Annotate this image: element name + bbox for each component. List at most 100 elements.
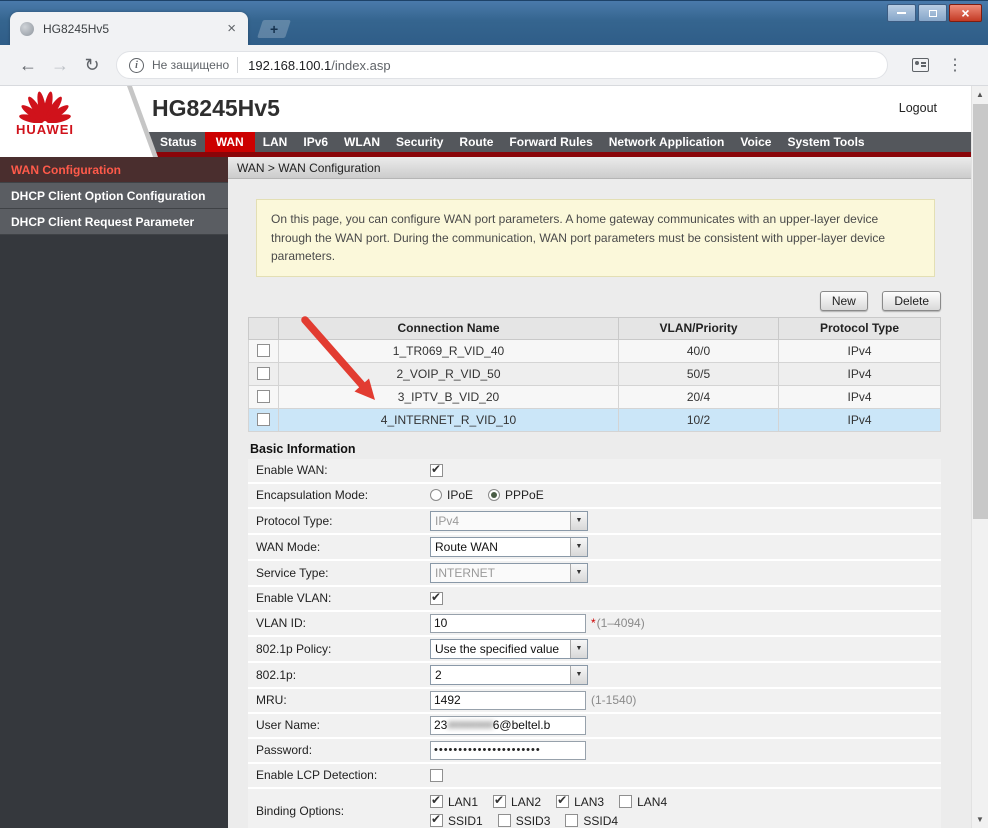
huawei-wordmark: HUAWEI: [10, 122, 80, 137]
field-label: Service Type:: [248, 566, 430, 580]
sidebar-item-dhcp-client-request[interactable]: DHCP Client Request Parameter: [0, 209, 228, 235]
table-row: 3_IPTV_B_VID_20 20/4 IPv4: [249, 385, 941, 408]
lcp-detection-checkbox[interactable]: [430, 769, 443, 782]
nav-item-security[interactable]: Security: [388, 132, 451, 152]
field-label: Binding Options:: [248, 804, 430, 818]
user-name-prefix: 23: [434, 718, 447, 732]
scroll-up-button[interactable]: ▲: [972, 86, 988, 103]
maximize-button[interactable]: [918, 4, 947, 22]
close-window-button[interactable]: ×: [949, 4, 982, 22]
protocol-type-row: Protocol Type: IPv4: [248, 509, 941, 535]
dropdown-arrow-icon: [570, 666, 587, 684]
breadcrumb: WAN > WAN Configuration: [228, 157, 971, 179]
row-checkbox[interactable]: [257, 413, 270, 426]
enable-wan-row: Enable WAN:: [248, 459, 941, 484]
user-name-row: User Name: 23########6@beltel.b: [248, 714, 941, 739]
encapsulation-mode-row: Encapsulation Mode: IPoE PPPoE: [248, 484, 941, 509]
minimize-button[interactable]: [887, 4, 916, 22]
nav-item-wlan[interactable]: WLAN: [336, 132, 388, 152]
nav-item-ipv6[interactable]: IPv6: [295, 132, 336, 152]
ssid1-checkbox[interactable]: [430, 814, 443, 827]
connection-name-cell: 4_INTERNET_R_VID_10: [279, 408, 619, 431]
ssid3-checkbox[interactable]: [498, 814, 511, 827]
connection-table: Connection Name VLAN/Priority Protocol T…: [248, 317, 941, 432]
field-label: 802.1p:: [248, 668, 430, 682]
nav-item-status[interactable]: Status: [152, 132, 205, 152]
profile-badge-icon[interactable]: [912, 58, 929, 72]
model-title: HG8245Hv5: [152, 95, 280, 122]
nav-item-lan[interactable]: LAN: [255, 132, 296, 152]
protocol-cell: IPv4: [779, 362, 941, 385]
user-name-input[interactable]: 23########6@beltel.b: [430, 716, 586, 735]
browser-tab[interactable]: HG8245Hv5 ×: [10, 12, 248, 45]
ipoe-radio[interactable]: [430, 489, 442, 501]
enable-wan-checkbox[interactable]: [430, 464, 443, 477]
row-checkbox[interactable]: [257, 390, 270, 403]
8021p-select[interactable]: 2: [430, 665, 588, 685]
password-input[interactable]: ••••••••••••••••••••••: [430, 741, 586, 760]
dropdown-arrow-icon: [570, 538, 587, 556]
protocol-type-select[interactable]: IPv4: [430, 511, 588, 531]
8021p-policy-row: 802.1p Policy: Use the specified value: [248, 637, 941, 663]
field-label: Password:: [248, 743, 430, 757]
page-scrollbar[interactable]: ▲ ▼: [971, 86, 988, 828]
tab-close-icon[interactable]: ×: [225, 21, 238, 36]
scrollbar-thumb[interactable]: [973, 104, 988, 519]
table-row-selected[interactable]: 4_INTERNET_R_VID_10 10/2 IPv4: [249, 408, 941, 431]
nav-item-forward-rules[interactable]: Forward Rules: [501, 132, 600, 152]
selected-value: Use the specified value: [435, 642, 559, 656]
close-icon: ×: [961, 7, 969, 20]
browser-titlebar: HG8245Hv5 × + ×: [0, 0, 988, 45]
forward-button[interactable]: →: [44, 55, 76, 76]
browser-menu-button[interactable]: ⋮: [945, 55, 965, 75]
nav-item-network-application[interactable]: Network Application: [601, 132, 733, 152]
address-bar[interactable]: i Не защищено 192.168.100.1/index.asp: [116, 51, 888, 79]
service-type-select[interactable]: INTERNET: [430, 563, 588, 583]
connection-name-cell: 1_TR069_R_VID_40: [279, 339, 619, 362]
ssid4-checkbox[interactable]: [565, 814, 578, 827]
logout-link[interactable]: Logout: [899, 101, 937, 115]
mru-input[interactable]: 1492: [430, 691, 586, 710]
nav-item-wan[interactable]: WAN: [205, 132, 255, 152]
basic-information-heading: Basic Information: [248, 439, 941, 459]
field-label: Protocol Type:: [248, 514, 430, 528]
window-controls: ×: [887, 4, 982, 22]
site-info-icon[interactable]: i: [129, 58, 144, 73]
field-label: Enable VLAN:: [248, 591, 430, 605]
field-label: Encapsulation Mode:: [248, 488, 430, 502]
mru-row: MRU: 1492 (1-1540): [248, 689, 941, 714]
lan4-checkbox[interactable]: [619, 795, 632, 808]
8021p-policy-select[interactable]: Use the specified value: [430, 639, 588, 659]
new-button[interactable]: New: [820, 291, 868, 311]
nav-item-system-tools[interactable]: System Tools: [779, 132, 872, 152]
nav-item-voice[interactable]: Voice: [732, 132, 779, 152]
sidebar-item-wan-configuration[interactable]: WAN Configuration: [0, 157, 228, 183]
connection-name-cell: 3_IPTV_B_VID_20: [279, 385, 619, 408]
selected-value: INTERNET: [435, 566, 495, 580]
scroll-down-button[interactable]: ▼: [972, 811, 988, 828]
lan3-checkbox[interactable]: [556, 795, 569, 808]
lan1-checkbox[interactable]: [430, 795, 443, 808]
row-checkbox[interactable]: [257, 367, 270, 380]
vlan-id-input[interactable]: 10: [430, 614, 586, 633]
connection-name-cell: 2_VOIP_R_VID_50: [279, 362, 619, 385]
wan-mode-select[interactable]: Route WAN: [430, 537, 588, 557]
reload-button[interactable]: ↻: [76, 55, 108, 76]
protocol-cell: IPv4: [779, 385, 941, 408]
delete-button[interactable]: Delete: [882, 291, 941, 311]
sidebar-item-dhcp-client-option[interactable]: DHCP Client Option Configuration: [0, 183, 228, 209]
lan2-checkbox[interactable]: [493, 795, 506, 808]
nav-item-route[interactable]: Route: [451, 132, 501, 152]
row-checkbox[interactable]: [257, 344, 270, 357]
pppoe-radio[interactable]: [488, 489, 500, 501]
omnibox-divider: [237, 57, 238, 73]
new-tab-button[interactable]: +: [257, 20, 291, 38]
field-label: 802.1p Policy:: [248, 642, 430, 656]
back-button[interactable]: ←: [12, 55, 44, 76]
mru-hint: (1-1540): [591, 693, 636, 707]
selected-value: IPv4: [435, 514, 459, 528]
minimize-icon: [897, 12, 906, 14]
enable-vlan-checkbox[interactable]: [430, 592, 443, 605]
header-vlan-priority: VLAN/Priority: [619, 317, 779, 339]
lan3-label: LAN3: [574, 795, 604, 809]
